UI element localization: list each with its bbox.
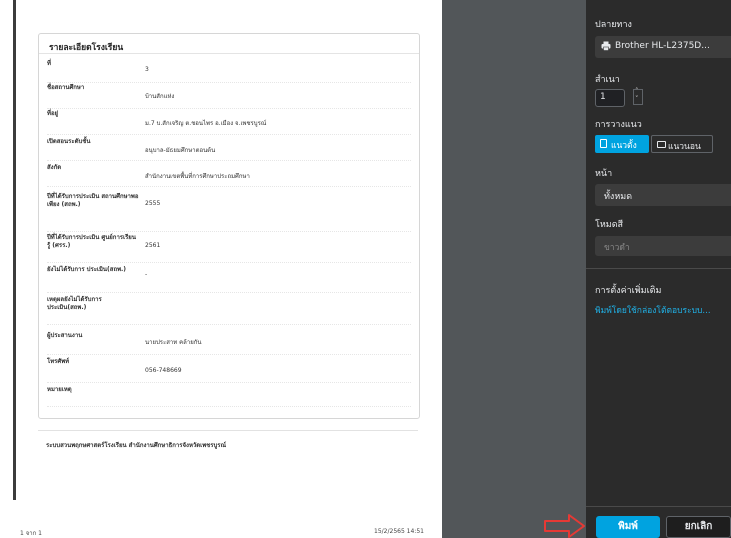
- row-label: ปีที่ได้รับการประเมิน สถานศึกษาพอเพียง (…: [47, 193, 139, 208]
- card-title: รายละเอียดโรงเรียน: [49, 43, 124, 53]
- color-mode-select[interactable]: ขาวดำ: [595, 236, 731, 256]
- row-value: -: [145, 271, 148, 278]
- copies-stepper[interactable]: [633, 87, 643, 105]
- landscape-label: แนวนอน: [668, 142, 701, 152]
- divider: [586, 268, 731, 269]
- print-button[interactable]: พิมพ์: [596, 516, 660, 538]
- row-label: หมายเหตุ: [47, 386, 72, 393]
- row-value: 2561: [145, 242, 161, 249]
- print-settings-panel: ปลายทาง Brother HL-L2375D... สำเนา 1 การ…: [586, 0, 731, 538]
- table-row: เปิดสอนระดับชั้น อนุบาล-มัธยมศึกษาตอนต้น: [47, 138, 411, 161]
- row-value: 056-748669: [145, 367, 182, 374]
- row-label: โทรศัพท์: [47, 358, 70, 365]
- table-row: โทรศัพท์ 056-748669: [47, 358, 411, 383]
- row-label: ชื่อสถานศึกษา: [47, 84, 85, 91]
- page-count: 1 จาก 1: [20, 530, 42, 537]
- pages-select[interactable]: ทั้งหมด: [595, 184, 731, 206]
- color-mode-value: ขาวดำ: [604, 243, 630, 253]
- copies-value: 1: [600, 92, 606, 102]
- table-row: ที่อยู่ ม.7 บ.สักเจริญ ต.ชอนไพร อ.เมือง …: [47, 110, 411, 135]
- landscape-button[interactable]: แนวนอน: [651, 135, 713, 153]
- copies-input[interactable]: 1: [595, 89, 625, 107]
- pages-label: หน้า: [595, 169, 613, 179]
- row-label: ยังไม่ได้รับการ ประเมิน(สถพ.): [47, 266, 127, 273]
- table-row: ยังไม่ได้รับการ ประเมิน(สถพ.) -: [47, 266, 411, 293]
- table-row: ที่ 3: [47, 60, 411, 83]
- row-value: 3: [145, 66, 149, 73]
- row-value: ม.7 บ.สักเจริญ ต.ชอนไพร อ.เมือง จ.เพชรบู…: [145, 120, 267, 127]
- table-row: เหตุผลยังไม่ได้รับการ ประเมิน(สถพ.): [47, 296, 411, 325]
- table-row: ชื่อสถานศึกษา บ้านสักแห่ง: [47, 84, 411, 109]
- table-row: ปีที่ได้รับการประเมิน ศูนย์การเรียนรู้ (…: [47, 234, 411, 263]
- preview-gutter: [442, 0, 586, 538]
- printer-icon: [601, 41, 611, 51]
- row-label: เปิดสอนระดับชั้น: [47, 138, 91, 145]
- printer-name: Brother HL-L2375D...: [615, 41, 710, 51]
- divider: [39, 53, 419, 54]
- system-dialog-link[interactable]: พิมพ์โดยใช้กล่องโต้ตอบระบบ...: [595, 305, 721, 318]
- row-label: ที่อยู่: [47, 110, 59, 117]
- row-value: 2555: [145, 200, 161, 207]
- orientation-label: การวางแนว: [595, 120, 642, 130]
- cancel-button[interactable]: ยกเลิก: [666, 516, 731, 538]
- row-label: สังกัด: [47, 164, 62, 171]
- more-settings-toggle[interactable]: การตั้งค่าเพิ่มเติม: [595, 283, 661, 297]
- table-row: ปีที่ได้รับการประเมิน สถานศึกษาพอเพียง (…: [47, 193, 411, 232]
- preview-edge: [13, 0, 16, 500]
- portrait-icon: [600, 139, 607, 148]
- destination-label: ปลายทาง: [595, 20, 632, 30]
- school-details-card: รายละเอียดโรงเรียน ที่ 3 ชื่อสถานศึกษา บ…: [38, 33, 420, 419]
- print-preview: รายละเอียดโรงเรียน ที่ 3 ชื่อสถานศึกษา บ…: [0, 0, 442, 538]
- row-label: เหตุผลยังไม่ได้รับการ ประเมิน(สถพ.): [47, 296, 102, 311]
- page-footer: ระบบสวนพฤกษศาสตร์โรงเรียน สำนักงานศึกษาธ…: [46, 442, 227, 449]
- landscape-icon: [657, 141, 666, 148]
- destination-select[interactable]: Brother HL-L2375D...: [595, 36, 731, 58]
- row-value: นายประสาท คล้ายกัน: [145, 339, 202, 346]
- table-row: สังกัด สำนักงานเขตพื้นที่การศึกษาประถมศึ…: [47, 164, 411, 187]
- copies-label: สำเนา: [595, 75, 620, 85]
- divider: [586, 506, 731, 507]
- divider: [38, 430, 418, 431]
- row-label: ที่: [47, 60, 51, 67]
- row-label: ผู้ประสานงาน: [47, 332, 83, 339]
- table-row: ผู้ประสานงาน นายประสาท คล้ายกัน: [47, 332, 411, 355]
- print-timestamp: 15/2/2565 14:51: [374, 528, 424, 535]
- portrait-button[interactable]: แนวตั้ง: [595, 135, 649, 153]
- row-value: บ้านสักแห่ง: [145, 93, 175, 100]
- portrait-label: แนวตั้ง: [611, 141, 637, 151]
- color-mode-label: โหมดสี: [595, 220, 624, 230]
- table-row: หมายเหตุ: [47, 386, 411, 407]
- row-value: สำนักงานเขตพื้นที่การศึกษาประถมศึกษา: [145, 173, 250, 180]
- row-value: อนุบาล-มัธยมศึกษาตอนต้น: [145, 147, 216, 154]
- red-arrow-icon: [544, 514, 585, 538]
- row-label: ปีที่ได้รับการประเมิน ศูนย์การเรียนรู้ (…: [47, 234, 136, 249]
- pages-value: ทั้งหมด: [604, 192, 633, 202]
